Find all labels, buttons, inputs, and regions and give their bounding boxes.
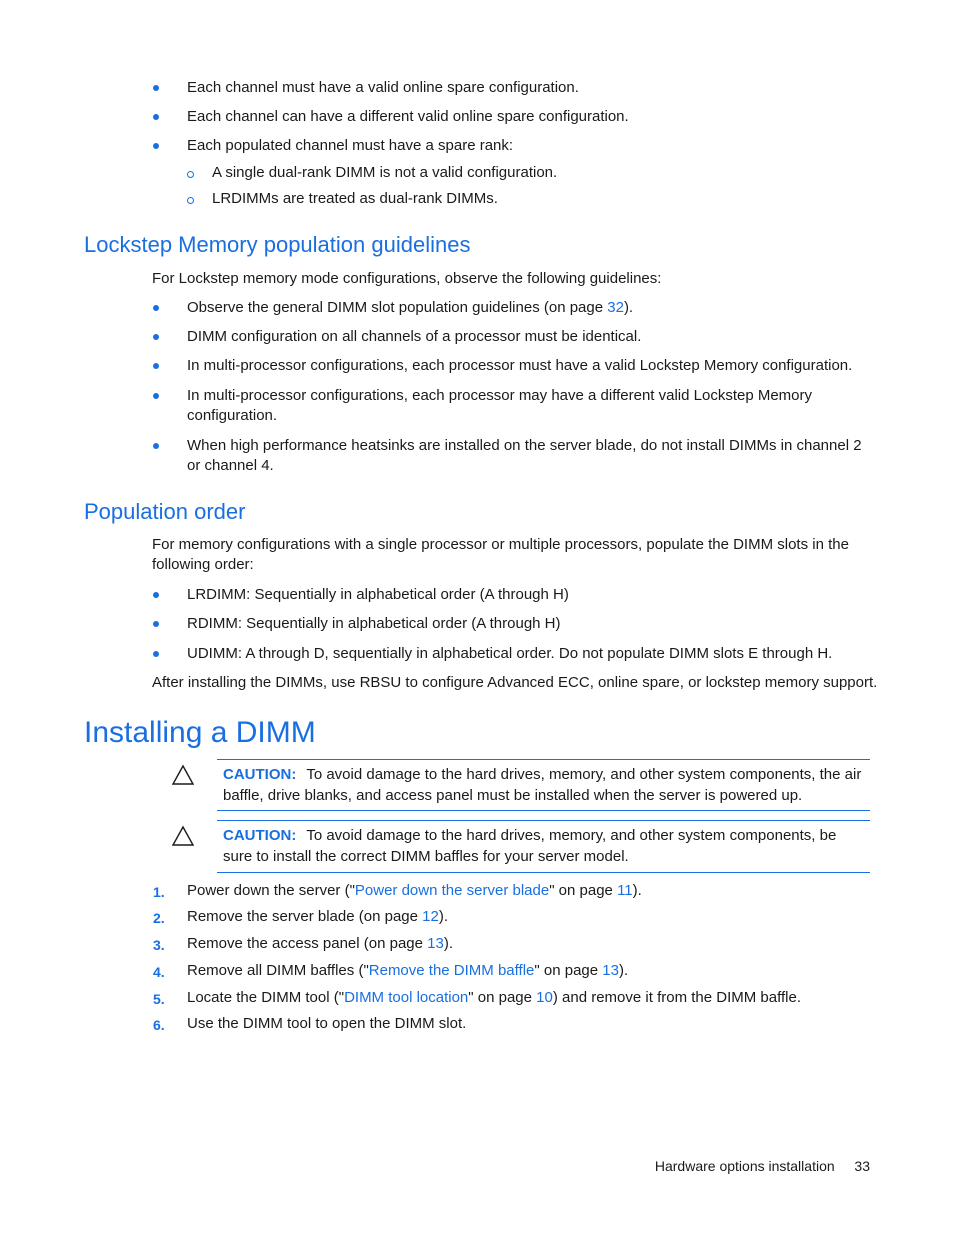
list-item: Each channel can have a different valid …	[187, 108, 629, 125]
section-heading-lockstep: Lockstep Memory population guidelines	[84, 232, 471, 257]
bullet-icon	[153, 393, 159, 399]
page-link[interactable]: 10	[536, 989, 553, 1006]
step-number: 3.	[153, 937, 165, 953]
list-item: When high performance heatsinks are inst…	[187, 437, 862, 474]
page-link[interactable]: 12	[422, 908, 439, 925]
bullet-icon	[153, 621, 159, 627]
lockstep-intro: For Lockstep memory mode configurations,…	[152, 270, 662, 287]
bullet-icon	[153, 143, 159, 149]
step-item: Remove all DIMM baffles ("Remove the DIM…	[187, 961, 628, 981]
population-after: After installing the DIMMs, use RBSU to …	[152, 674, 878, 691]
step-number: 5.	[153, 991, 165, 1007]
step-item: Power down the server ("Power down the s…	[187, 881, 642, 901]
sub-bullet-icon	[187, 197, 194, 204]
step-text: " on page	[468, 989, 537, 1006]
bullet-icon	[153, 334, 159, 340]
step-text: Remove the access panel (on page	[187, 935, 428, 952]
step-text: Power down the server ("	[187, 882, 355, 899]
cross-reference-link[interactable]: Power down the server blade	[355, 882, 549, 899]
list-item: DIMM configuration on all channels of a …	[187, 328, 642, 345]
caution-box: CAUTION: To avoid damage to the hard driv…	[217, 759, 870, 811]
caution-label: CAUTION:	[223, 827, 297, 844]
bullet-icon	[153, 305, 159, 311]
caution-text: To avoid damage to the hard drives, memo…	[223, 827, 837, 865]
step-item: Remove the access panel (on page 13).	[187, 934, 453, 954]
step-text: ).	[443, 935, 454, 952]
step-number: 1.	[153, 884, 165, 900]
list-item: Each channel must have a valid online sp…	[187, 79, 579, 96]
step-text: ).	[618, 962, 629, 979]
bullet-icon	[153, 651, 159, 657]
bullet-icon	[153, 114, 159, 120]
step-text: Locate the DIMM tool ("	[187, 989, 345, 1006]
cross-reference-link[interactable]: Remove the DIMM baffle	[369, 962, 535, 979]
step-item: Use the DIMM tool to open the DIMM slot.	[187, 1015, 467, 1032]
sub-list-item: LRDIMMs are treated as dual-rank DIMMs.	[212, 190, 498, 207]
step-text: Remove the server blade (on page	[187, 908, 423, 925]
page-title: Installing a DIMM	[84, 716, 316, 749]
step-text: " on page	[534, 962, 603, 979]
page-link[interactable]: 13	[427, 935, 444, 952]
list-item: In multi-processor configurations, each …	[187, 357, 853, 374]
page-footer: Hardware options installation 33	[655, 1158, 870, 1174]
population-intro: For memory configurations with a single …	[152, 536, 849, 573]
step-number: 4.	[153, 964, 165, 980]
step-number: 2.	[153, 910, 165, 926]
list-item-text: Observe the general DIMM slot population…	[187, 299, 608, 316]
list-item: Observe the general DIMM slot population…	[187, 298, 633, 318]
bullet-icon	[153, 443, 159, 449]
cross-reference-link[interactable]: DIMM tool location	[344, 989, 468, 1006]
bullet-icon	[153, 363, 159, 369]
page-link[interactable]: 32	[607, 299, 624, 316]
step-text: ) and remove it from the DIMM baffle.	[552, 989, 802, 1006]
page-link[interactable]: 11	[617, 882, 633, 899]
caution-triangle-icon	[172, 825, 194, 846]
list-item: LRDIMM: Sequentially in alphabetical ord…	[187, 586, 569, 603]
page-number: 33	[854, 1158, 870, 1174]
bullet-icon	[153, 592, 159, 598]
step-item: Locate the DIMM tool ("DIMM tool locatio…	[187, 988, 801, 1008]
step-text: Remove all DIMM baffles ("	[187, 962, 369, 979]
caution-message: CAUTION: To avoid damage to the hard driv…	[223, 764, 868, 806]
caution-text: To avoid damage to the hard drives, memo…	[223, 766, 862, 804]
caution-message: CAUTION: To avoid damage to the hard driv…	[223, 825, 868, 867]
caution-triangle-icon	[172, 764, 194, 785]
step-text: ).	[438, 908, 448, 925]
caution-label: CAUTION:	[223, 766, 297, 783]
list-item: Each populated channel must have a spare…	[187, 137, 514, 154]
step-number: 6.	[153, 1017, 165, 1033]
page-link[interactable]: 13	[602, 962, 619, 979]
sub-list-item: A single dual-rank DIMM is not a valid c…	[212, 164, 558, 181]
sub-bullet-icon	[187, 171, 194, 178]
step-text: ).	[632, 882, 642, 899]
list-item-text: ).	[623, 299, 634, 316]
caution-box: CAUTION: To avoid damage to the hard driv…	[217, 820, 870, 873]
list-item: UDIMM: A through D, sequentially in alph…	[187, 645, 833, 662]
section-heading-population-order: Population order	[84, 499, 246, 524]
step-item: Remove the server blade (on page 12).	[187, 907, 448, 927]
footer-section-title: Hardware options installation	[654, 1158, 835, 1174]
list-item: In multi-processor configurations, each …	[187, 387, 813, 424]
list-item: RDIMM: Sequentially in alphabetical orde…	[187, 615, 561, 632]
step-text: " on page	[549, 882, 618, 899]
bullet-icon	[153, 85, 159, 91]
